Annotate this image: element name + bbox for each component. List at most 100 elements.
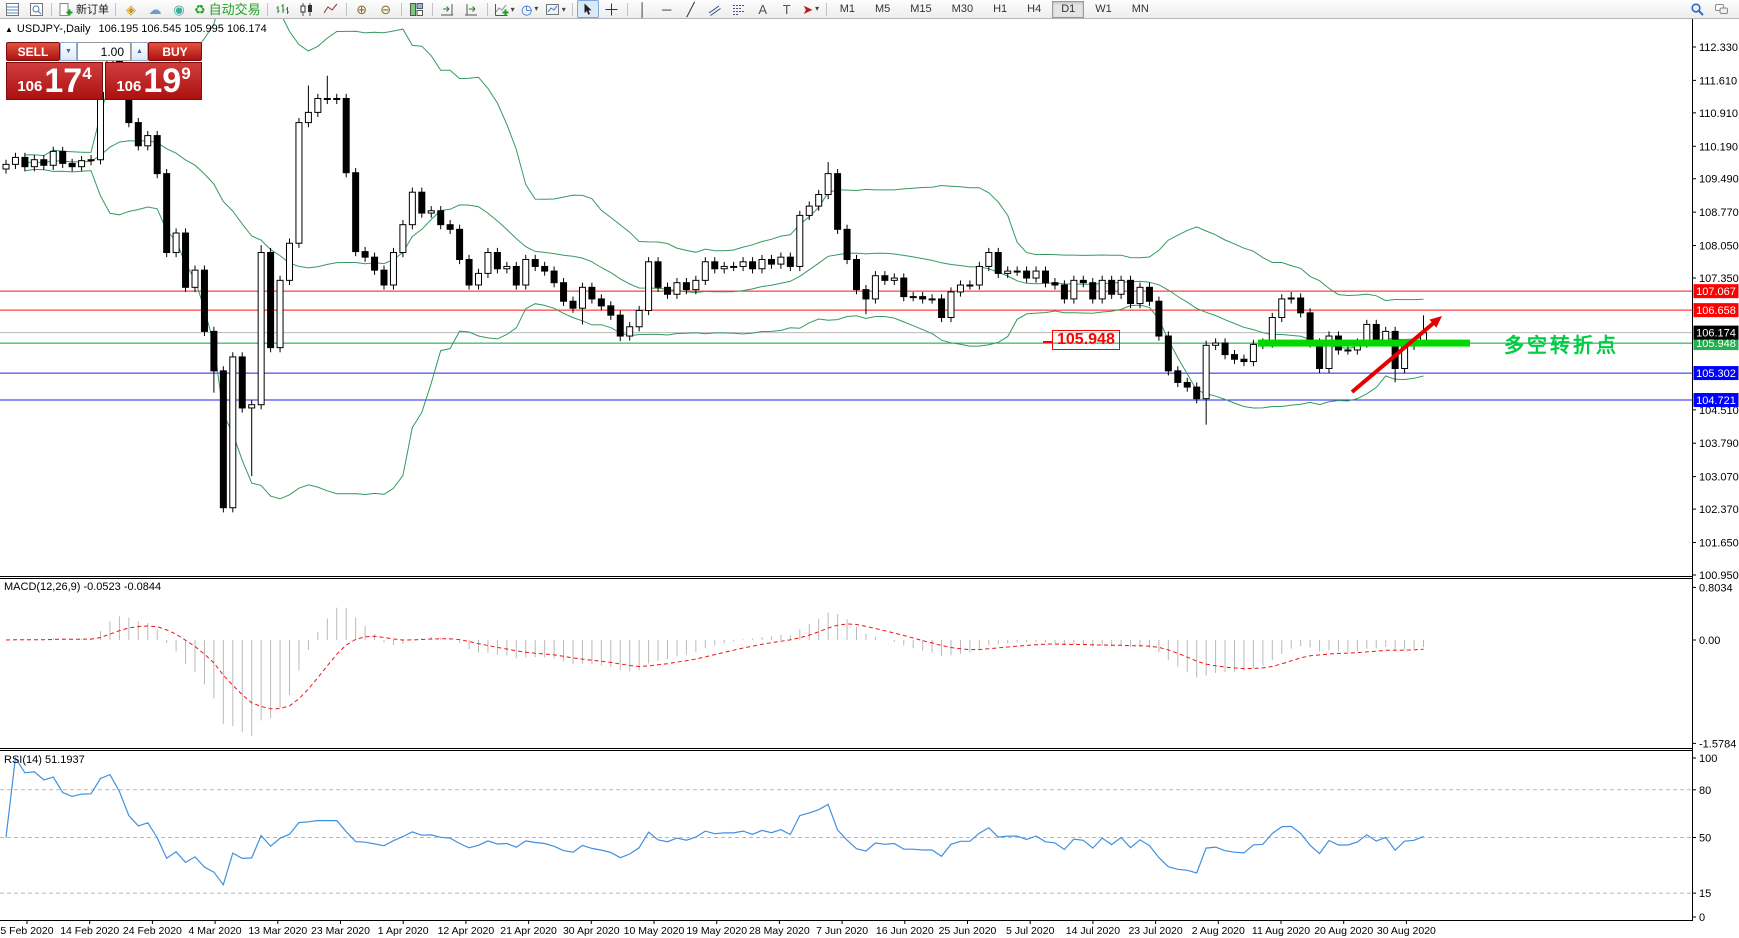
autotrade-button[interactable]: ♻ 自动交易 — [192, 0, 263, 18]
chevron-down-icon[interactable]: ▾ — [815, 5, 819, 13]
bid-pipette: 4 — [82, 64, 92, 83]
text-label-icon[interactable]: T — [776, 0, 798, 18]
price-axis-tick: 109.490 — [1699, 174, 1739, 186]
trendline-icon[interactable]: ╱ — [680, 0, 702, 18]
text-icon[interactable]: A — [752, 0, 774, 18]
timeframe-button-m15[interactable]: M15 — [901, 1, 940, 18]
toolbar-separator — [571, 2, 573, 16]
cursor-icon[interactable] — [576, 0, 599, 18]
price-axis-tick: 112.330 — [1699, 42, 1738, 54]
macd-axis-tick: 0.00 — [1699, 635, 1720, 647]
history-center-icon[interactable]: ◈ — [120, 0, 142, 18]
time-axis-label: 20 Aug 2020 — [1314, 925, 1373, 937]
price-level-label-text: 104.721 — [1696, 395, 1736, 407]
toolbar-separator — [345, 2, 347, 16]
chart-shift-icon[interactable] — [461, 0, 483, 18]
new-order-button[interactable]: 新订单 — [56, 0, 111, 18]
price-axis-tick: 111.610 — [1699, 75, 1737, 87]
chart-canvas[interactable]: 0.8034 0.00 -1.5784 100 80 50 15 0 112.330 111.61… — [0, 0, 1739, 938]
one-click-trading-panel: SELL ▼ 1.00 ▲ BUY 106 17 4 106 19 9 — [6, 42, 202, 100]
time-axis-label: 12 Apr 2020 — [438, 925, 495, 937]
indicators-icon[interactable]: ▾ — [492, 0, 517, 18]
bar-chart-icon[interactable] — [272, 0, 294, 18]
buy-button[interactable]: BUY — [148, 42, 202, 61]
periods-icon[interactable]: ◷ ▾ — [519, 0, 541, 18]
mt4-terminal: 新订单 ◈ ☁ ◉ ♻ 自动交易 ⊕ ⊖ ▾ ◷ ▾ ▾ │ ─ ╱ A T ➤ ▾ M1 M5 M15 M30 H1 H4 D1… — [0, 0, 1739, 938]
timeframe-button-mn[interactable]: MN — [1123, 1, 1158, 18]
search-icon[interactable] — [1686, 0, 1708, 18]
time-axis-label: 14 Feb 2020 — [60, 925, 119, 937]
pivot-annotation[interactable]: 多空转折点 — [1504, 329, 1619, 358]
timeframe-button-m30[interactable]: M30 — [943, 1, 982, 18]
collapse-one-click-icon[interactable]: ▲ — [5, 25, 13, 34]
ask-pipette: 9 — [181, 64, 191, 83]
signals-icon[interactable]: ◉ — [168, 0, 190, 18]
toolbar-separator — [431, 2, 433, 16]
strategy-tester-icon[interactable]: ☁ — [144, 0, 166, 18]
timeframe-button-m1[interactable]: M1 — [831, 1, 864, 18]
ask-price-button[interactable]: 106 19 9 — [105, 62, 202, 100]
timeframe-button-w1[interactable]: W1 — [1086, 1, 1121, 18]
price-level-label-text: 105.302 — [1696, 368, 1736, 380]
horizontal-line-icon[interactable]: ─ — [656, 0, 678, 18]
timeframe-button-h1[interactable]: H1 — [984, 1, 1016, 18]
vertical-line-icon[interactable]: │ — [632, 0, 654, 18]
pivot-highlight-segment[interactable] — [1258, 339, 1470, 347]
toolbar-separator — [115, 2, 116, 16]
volume-input[interactable]: 1.00 — [77, 42, 131, 61]
level-price-label[interactable]: 105.948 — [1052, 330, 1120, 350]
time-axis-label: 16 Jun 2020 — [876, 925, 934, 937]
timeframe-button-h4[interactable]: H4 — [1018, 1, 1050, 18]
chart-title: ▲ USDJPY-,Daily 106.195 106.545 105.995 10… — [5, 23, 267, 35]
bid-pips: 17 — [44, 62, 83, 101]
sell-button[interactable]: SELL — [6, 42, 60, 61]
zoom-in-icon[interactable]: ⊕ — [351, 0, 373, 18]
rsi-axis-tick: 15 — [1699, 888, 1711, 900]
macd-axis-tick: -1.5784 — [1699, 738, 1736, 750]
price-level-label-text: 106.658 — [1696, 305, 1736, 317]
rsi-axis-tick: 0 — [1699, 912, 1705, 924]
time-axis-label: 30 Apr 2020 — [563, 925, 620, 937]
time-axis[interactable]: 5 Feb 2020 14 Feb 2020 24 Feb 2020 4 Mar 20… — [0, 920, 1436, 937]
time-axis-label: 11 Aug 2020 — [1252, 925, 1310, 937]
price-axis-tick: 108.050 — [1699, 241, 1739, 253]
data-window-icon[interactable] — [25, 0, 47, 18]
templates-icon[interactable]: ▾ — [543, 0, 568, 18]
time-axis-label: 13 Mar 2020 — [248, 925, 307, 937]
equidistant-channel-icon[interactable] — [704, 0, 726, 18]
bid-price-button[interactable]: 106 17 4 — [6, 62, 103, 100]
zoom-out-icon[interactable]: ⊖ — [375, 0, 397, 18]
time-axis-label: 23 Jul 2020 — [1128, 925, 1182, 937]
arrows-tool-icon[interactable]: ➤ ▾ — [800, 0, 822, 18]
toolbar-separator — [626, 2, 628, 16]
ask-pips: 19 — [143, 62, 182, 101]
tile-windows-icon[interactable] — [406, 0, 428, 18]
toolbar-separator — [825, 2, 827, 16]
time-axis-label: 1 Apr 2020 — [378, 925, 429, 937]
new-order-button-label: 新订单 — [76, 4, 109, 16]
chevron-down-icon[interactable]: ▾ — [534, 5, 538, 13]
volume-down-stepper[interactable]: ▼ — [60, 42, 77, 61]
time-axis-label: 23 Mar 2020 — [311, 925, 370, 937]
crosshair-icon[interactable] — [601, 0, 623, 18]
ohlc-values: 106.195 106.545 105.995 106.174 — [98, 23, 267, 35]
volume-up-stepper[interactable]: ▲ — [131, 42, 148, 61]
main-toolbar: 新订单 ◈ ☁ ◉ ♻ 自动交易 ⊕ ⊖ ▾ ◷ ▾ ▾ │ ─ ╱ A T ➤ ▾ M1 M5 M15 M30 H1 H4 D1… — [0, 0, 1739, 19]
chat-icon[interactable] — [1710, 0, 1732, 18]
autoscroll-icon[interactable] — [437, 0, 459, 18]
candlestick-chart-icon[interactable] — [296, 0, 318, 18]
timeframe-button-d1[interactable]: D1 — [1052, 0, 1085, 18]
toolbar-separator — [400, 2, 402, 16]
autotrade-button-label: 自动交易 — [208, 1, 261, 17]
chevron-down-icon[interactable]: ▾ — [562, 5, 566, 14]
timeframe-button-m5[interactable]: M5 — [866, 1, 899, 18]
chevron-down-icon[interactable]: ▾ — [511, 5, 515, 14]
market-watch-icon[interactable] — [1, 0, 23, 18]
time-axis-label: 10 May 2020 — [624, 925, 685, 937]
time-axis-label: 30 Aug 2020 — [1377, 925, 1436, 937]
price-axis-tick: 108.770 — [1699, 207, 1739, 219]
fibonacci-icon[interactable] — [728, 0, 750, 18]
line-chart-icon[interactable] — [320, 0, 342, 18]
time-axis-label: 5 Feb 2020 — [0, 925, 53, 937]
time-axis-label: 4 Mar 2020 — [189, 925, 242, 937]
